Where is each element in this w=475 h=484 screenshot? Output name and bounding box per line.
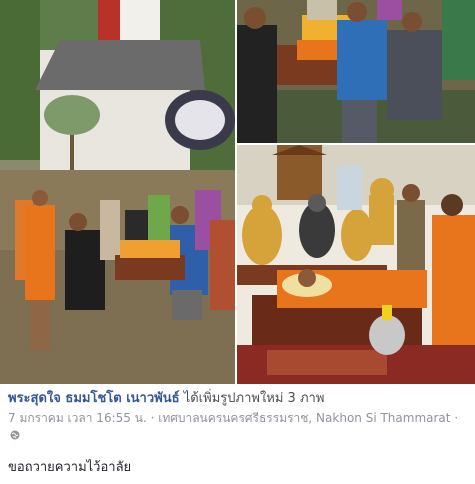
author-name-link[interactable]: พระสุดใจ ธมมโชโต เนาวพันธ์ xyxy=(8,391,180,406)
meta-separator: · xyxy=(150,411,155,425)
post-meta: พระสุดใจ ธมมโชโต เนาวพันธ์ ได้เพิ่มรูปภา… xyxy=(8,390,470,445)
author-line: พระสุดใจ ธมมโชโต เนาวพันธ์ ได้เพิ่มรูปภา… xyxy=(8,390,470,408)
photo-grid xyxy=(0,0,475,384)
meta-separator-2: · xyxy=(454,411,459,425)
post-action-text: ได้เพิ่มรูปภาพใหม่ 3 ภาพ xyxy=(183,391,325,406)
shrine-monk-photo[interactable] xyxy=(237,145,475,384)
location-link[interactable]: เทศบาลนครนครศรีธรรมราช, Nakhon Si Thamma… xyxy=(158,411,450,425)
carrying-monk-photo[interactable] xyxy=(237,0,475,143)
flood-procession-photo[interactable] xyxy=(0,0,235,384)
post-date-link[interactable]: 7 มกราคม เวลา 16:55 น. xyxy=(8,411,147,425)
post-caption: ขอถวายความไว้อาลัย xyxy=(8,460,132,475)
globe-icon[interactable] xyxy=(10,429,20,443)
post-subline: 7 มกราคม เวลา 16:55 น. · เทศบาลนครนครศรี… xyxy=(8,410,470,445)
